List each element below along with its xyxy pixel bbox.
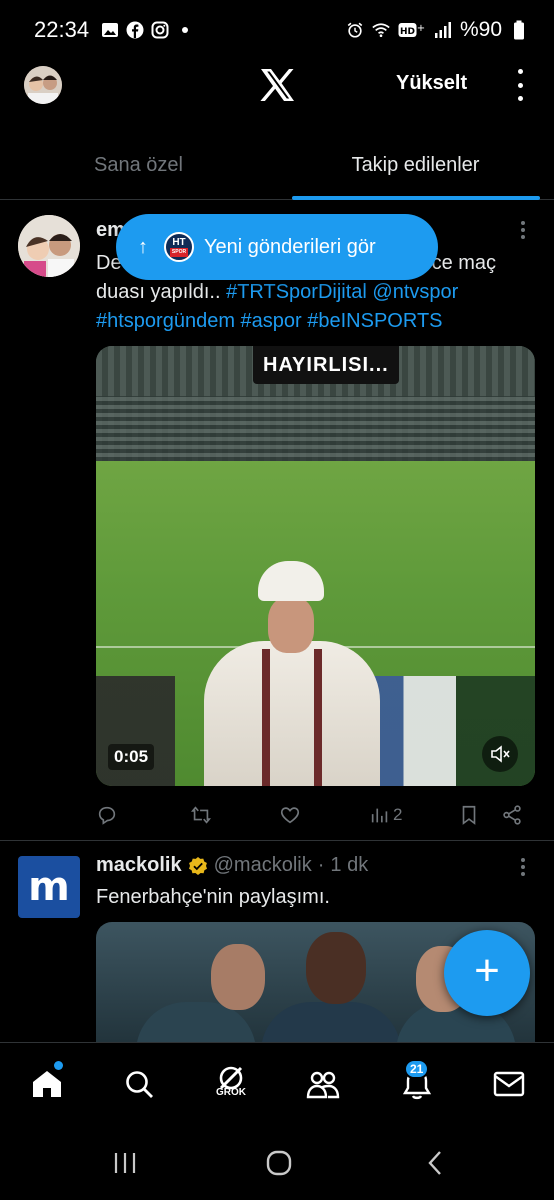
- bookmark-icon[interactable]: [458, 801, 480, 829]
- more-options-icon[interactable]: [514, 69, 526, 101]
- repost-icon[interactable]: [190, 801, 212, 829]
- x-logo-icon[interactable]: [259, 68, 295, 102]
- bottom-navigation: GROK 21: [0, 1042, 554, 1126]
- svg-text:+: +: [417, 23, 425, 34]
- timeline-tabs: Sana özel Takip edilenler: [0, 138, 554, 200]
- facebook-icon: [126, 21, 144, 39]
- battery-percent: %90: [459, 18, 502, 41]
- compose-post-button[interactable]: +: [444, 930, 530, 1016]
- instagram-icon: [151, 21, 169, 39]
- notifications-badge: 21: [404, 1059, 430, 1079]
- battery-icon: [510, 20, 528, 40]
- grok-label: GROK: [216, 1087, 246, 1098]
- status-time: 22:34: [34, 17, 90, 42]
- tab-for-you[interactable]: Sana özel: [0, 138, 277, 199]
- home-button-icon[interactable]: [264, 1150, 294, 1176]
- verified-badge-icon: [188, 856, 208, 876]
- views-icon[interactable]: 2: [369, 801, 402, 829]
- new-posts-label: Yeni gönderileri gör: [204, 235, 376, 258]
- status-bar: 22:34 HD + %90: [0, 0, 554, 60]
- post-more-icon[interactable]: [521, 858, 527, 876]
- share-icon[interactable]: [501, 801, 523, 829]
- post-header: mackolik @mackolik · 1 dk: [96, 854, 368, 877]
- video-duration: 0:05: [108, 744, 155, 770]
- views-count: 2: [393, 805, 403, 824]
- post-text: Fenerbahçe'nin paylaşımı.: [96, 886, 330, 908]
- reply-icon[interactable]: [96, 801, 118, 829]
- video-caption: HAYIRLISI...: [253, 346, 399, 384]
- back-icon[interactable]: [420, 1150, 450, 1176]
- upgrade-button[interactable]: Yükselt: [396, 72, 467, 95]
- post-avatar[interactable]: [18, 215, 80, 277]
- new-posts-button[interactable]: ↑ HT SPOR Yeni gönderileri gör: [116, 214, 438, 280]
- communities-icon: [306, 1071, 340, 1099]
- video-stands-rows: [96, 396, 535, 461]
- home-icon: [33, 1071, 61, 1097]
- gallery-icon: [101, 21, 119, 39]
- signal-icon: [434, 21, 452, 39]
- post-separator: ·: [317, 854, 325, 876]
- player-head: [306, 932, 366, 1004]
- nav-communities[interactable]: [306, 1067, 340, 1101]
- like-icon[interactable]: [279, 801, 301, 829]
- nav-messages[interactable]: [492, 1067, 526, 1101]
- mute-icon[interactable]: [482, 736, 518, 772]
- nav-grok[interactable]: GROK: [214, 1061, 248, 1098]
- search-icon: [126, 1071, 153, 1098]
- tab-following[interactable]: Takip edilenler: [277, 138, 554, 199]
- svg-text:HD: HD: [400, 27, 415, 37]
- system-navigation: [0, 1126, 554, 1200]
- post-hashtags-1[interactable]: #TRTSporDijital @ntvspor: [226, 281, 458, 303]
- mail-icon: [493, 1071, 525, 1097]
- player-head: [211, 944, 265, 1010]
- post-hashtags-2[interactable]: #htsporgündem #aspor #beINSPORTS: [96, 310, 443, 332]
- nav-home[interactable]: [30, 1061, 64, 1101]
- htspor-avatar: HT SPOR: [164, 232, 194, 262]
- status-system-icons: HD + %90: [346, 18, 528, 42]
- arrow-up-icon: ↑: [138, 235, 148, 258]
- plus-icon: +: [474, 946, 500, 995]
- post-video[interactable]: HAYIRLISI... 0:05: [96, 346, 535, 786]
- notification-dot-icon: [176, 21, 194, 39]
- post-time: 1 dk: [330, 854, 369, 876]
- post-text-plain: duası yapıldı..: [96, 281, 227, 303]
- profile-avatar[interactable]: [24, 66, 62, 104]
- nav-notifications[interactable]: 21: [400, 1059, 434, 1101]
- video-person: [204, 561, 380, 786]
- post-avatar[interactable]: m: [18, 856, 80, 918]
- status-notification-icons: [101, 21, 194, 39]
- wifi-icon: [372, 21, 390, 39]
- post-handle[interactable]: @mackolik: [214, 854, 312, 877]
- hd-plus-icon: HD +: [398, 21, 426, 39]
- post-actions: 2: [96, 801, 526, 829]
- alarm-icon: [346, 21, 364, 39]
- recents-icon[interactable]: [110, 1150, 140, 1176]
- post-more-icon[interactable]: [521, 221, 527, 239]
- post-author-name[interactable]: mackolik: [96, 854, 182, 877]
- post[interactable]: em De ce maç duası yapıldı.. #TRTSporDiji…: [0, 201, 554, 841]
- post-text-end: ce maç: [431, 252, 497, 274]
- nav-search[interactable]: [122, 1067, 156, 1101]
- home-unread-dot: [54, 1061, 63, 1070]
- top-header: Yükselt: [0, 60, 554, 116]
